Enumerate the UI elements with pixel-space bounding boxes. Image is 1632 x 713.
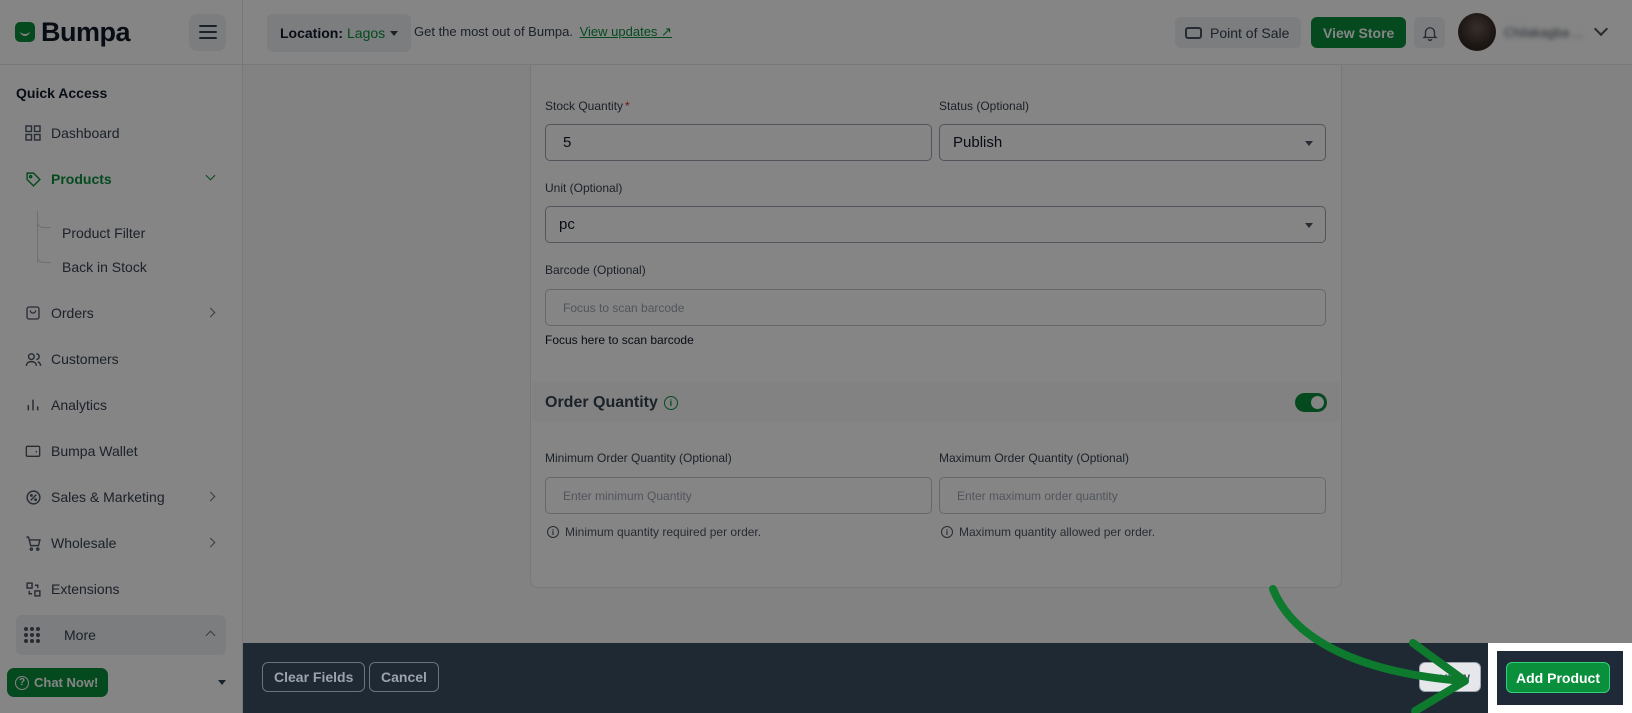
location-label: Location: [280, 25, 343, 41]
bag-icon [24, 304, 42, 322]
caret-down-icon[interactable] [218, 680, 226, 685]
view-store-button[interactable]: View Store [1311, 17, 1407, 48]
min-order-hint: i Minimum quantity required per order. [547, 525, 761, 539]
help-icon: ? [15, 675, 29, 690]
sidebar-item-label: Products [51, 171, 112, 187]
stock-quantity-label: Stock Quantity * [545, 99, 630, 113]
barcode-input[interactable]: Focus to scan barcode [545, 289, 1326, 326]
sidebar-item-dashboard[interactable]: Dashboard [16, 115, 226, 151]
info-icon: i [941, 526, 953, 538]
caret-down-icon [1305, 141, 1313, 146]
sidebar-item-label: Orders [51, 305, 94, 321]
sidebar-item-label: Wholesale [51, 535, 117, 551]
sidebar-item-sales-marketing[interactable]: Sales & Marketing [16, 479, 226, 515]
sidebar-item-label: Customers [51, 351, 119, 367]
max-order-quantity-label: Maximum Order Quantity (Optional) [939, 451, 1130, 465]
order-quantity-toggle[interactable] [1295, 393, 1327, 412]
tag-icon [24, 170, 42, 188]
sidebar-item-products[interactable]: Products [16, 161, 226, 197]
sidebar-item-label: Sales & Marketing [51, 489, 165, 505]
guide-arrow-icon [1269, 585, 1469, 713]
info-icon: i [547, 526, 559, 538]
logo-area: Bumpa [0, 0, 243, 65]
stock-quantity-input[interactable]: 5 [545, 124, 932, 161]
sidebar-item-orders[interactable]: Orders [16, 295, 226, 331]
caret-down-icon [1305, 223, 1313, 228]
max-order-hint: i Maximum quantity allowed per order. [941, 525, 1155, 539]
avatar[interactable] [1458, 13, 1496, 51]
wallet-icon [24, 442, 42, 460]
min-order-quantity-label: Minimum Order Quantity (Optional) [545, 451, 732, 465]
min-order-quantity-input[interactable]: Enter minimum Quantity [545, 477, 932, 514]
unit-value: pc [559, 216, 575, 233]
sidebar-item-label: More [64, 627, 96, 643]
location-value: Lagos [347, 25, 386, 41]
sidebar-item-analytics[interactable]: Analytics [16, 387, 226, 423]
bumpa-logo-icon [15, 22, 35, 42]
sidebar-subitem-product-filter[interactable]: Product Filter [62, 225, 145, 241]
sidebar-item-label: Extensions [51, 581, 120, 597]
users-icon [24, 350, 42, 368]
sidebar: Quick Access Dashboard Products Product … [0, 65, 243, 713]
chat-label: Chat Now! [34, 675, 99, 690]
notifications-button[interactable] [1414, 17, 1445, 48]
sidebar-item-label: Dashboard [51, 125, 120, 141]
tagline: Get the most out of Bumpa. View updates … [414, 24, 672, 40]
chat-now-button[interactable]: ? Chat Now! [7, 668, 109, 697]
clear-fields-button[interactable]: Clear Fields [262, 662, 366, 692]
pos-label: Point of Sale [1210, 24, 1290, 41]
brand-name: Bumpa [41, 16, 131, 47]
sidebar-item-wholesale[interactable]: Wholesale [16, 525, 226, 561]
caret-down-icon [390, 30, 399, 36]
sidebar-item-more[interactable]: More [16, 615, 226, 655]
max-order-quantity-input[interactable]: Enter maximum order quantity [939, 477, 1326, 514]
location-selector[interactable]: Location: Lagos [267, 14, 412, 52]
puzzle-icon [24, 580, 42, 598]
barcode-helper-text: Focus here to scan barcode [545, 333, 694, 347]
dashboard-icon [24, 124, 42, 142]
sidebar-subitem-back-in-stock[interactable]: Back in Stock [62, 259, 147, 275]
order-quantity-title: Order Quantity i [545, 394, 678, 412]
sidebar-item-label: Analytics [51, 397, 108, 413]
cart-icon [24, 534, 42, 552]
point-of-sale-button[interactable]: Point of Sale [1175, 17, 1302, 48]
status-label: Status (Optional) [939, 99, 1030, 113]
chart-icon [24, 396, 42, 414]
grid-dots-icon [24, 627, 40, 643]
required-marker: * [625, 99, 630, 113]
sidebar-item-label: Bumpa Wallet [51, 443, 138, 459]
sidebar-item-customers[interactable]: Customers [16, 341, 226, 377]
chevron-right-icon [205, 537, 216, 548]
chevron-right-icon [205, 491, 216, 502]
quick-access-title: Quick Access [16, 85, 108, 101]
cancel-button[interactable]: Cancel [369, 662, 439, 692]
info-icon[interactable]: i [663, 396, 678, 410]
tagline-text: Get the most out of Bumpa. [414, 24, 573, 39]
chevron-up-icon [205, 630, 216, 641]
pos-terminal-icon [1185, 26, 1202, 39]
chevron-right-icon [205, 307, 216, 318]
sidebar-item-bumpa-wallet[interactable]: Bumpa Wallet [16, 433, 226, 469]
add-product-button[interactable]: Add Product [1506, 662, 1610, 693]
sidebar-item-extensions[interactable]: Extensions [16, 571, 226, 607]
menu-toggle-button[interactable] [189, 13, 226, 51]
hamburger-icon [198, 25, 217, 27]
barcode-label: Barcode (Optional) [545, 263, 646, 277]
status-select[interactable]: Publish [939, 124, 1326, 161]
chevron-down-icon [205, 170, 216, 181]
bell-icon [1421, 26, 1438, 41]
unit-label: Unit (Optional) [545, 181, 623, 195]
user-name[interactable]: Chilakagba ... [1504, 25, 1584, 40]
unit-select[interactable]: pc [545, 206, 1326, 243]
view-updates-link[interactable]: View updates ↗ [580, 24, 672, 39]
percent-icon [24, 488, 42, 506]
status-value: Publish [953, 134, 1003, 151]
